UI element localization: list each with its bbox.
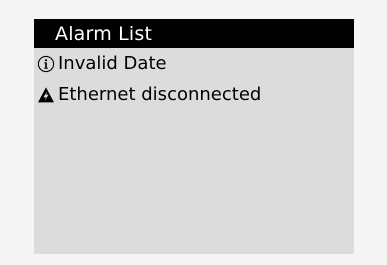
list-item[interactable]: Ethernet disconnected [34,79,354,110]
page-title: Alarm List [55,22,153,45]
list-item[interactable]: Invalid Date [34,48,354,79]
display-screen: Alarm List Invalid Date Ethernet disconn… [34,19,354,254]
alarm-text: Ethernet disconnected [58,83,262,105]
title-bar: Alarm List [34,19,354,48]
warning-icon [36,85,56,105]
alarm-text: Invalid Date [58,52,167,74]
alarm-list: Invalid Date Ethernet disconnected [34,48,354,110]
device-frame: Alarm List Invalid Date Ethernet disconn… [0,0,387,265]
info-icon [36,54,56,74]
